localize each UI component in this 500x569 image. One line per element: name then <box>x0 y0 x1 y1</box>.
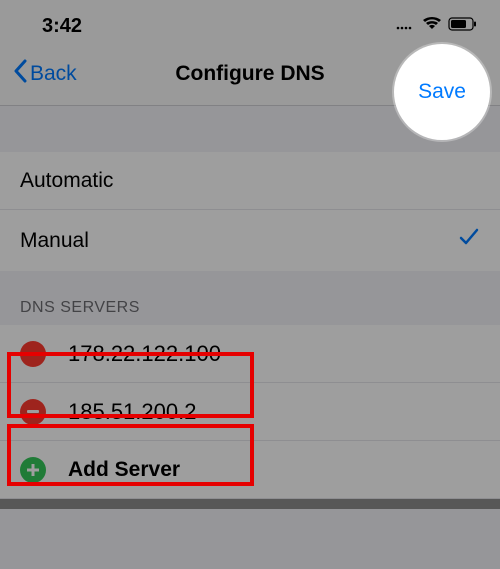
chevron-left-icon <box>12 59 28 89</box>
status-time: 3:42 <box>42 15 82 38</box>
automatic-option[interactable]: Automatic <box>0 152 500 210</box>
save-button-highlight[interactable]: Save <box>418 80 466 104</box>
save-spotlight: Save <box>394 44 490 140</box>
cellular-icon <box>396 17 416 35</box>
manual-option[interactable]: Manual <box>0 210 500 271</box>
status-bar: 3:42 <box>0 0 500 44</box>
back-button[interactable]: Back <box>12 59 77 89</box>
battery-icon <box>448 17 478 36</box>
wifi-icon <box>422 17 442 36</box>
status-icons <box>396 17 478 36</box>
automatic-label: Automatic <box>20 169 113 193</box>
config-mode-group: Automatic Manual <box>0 152 500 271</box>
annotation-highlight <box>7 424 254 486</box>
dns-section-header: DNS SERVERS <box>0 271 500 325</box>
checkmark-icon <box>458 226 480 255</box>
bottom-spacer <box>0 499 500 509</box>
page-title: Configure DNS <box>175 62 324 86</box>
back-label: Back <box>30 62 77 86</box>
manual-label: Manual <box>20 229 89 253</box>
annotation-highlight <box>7 352 254 418</box>
